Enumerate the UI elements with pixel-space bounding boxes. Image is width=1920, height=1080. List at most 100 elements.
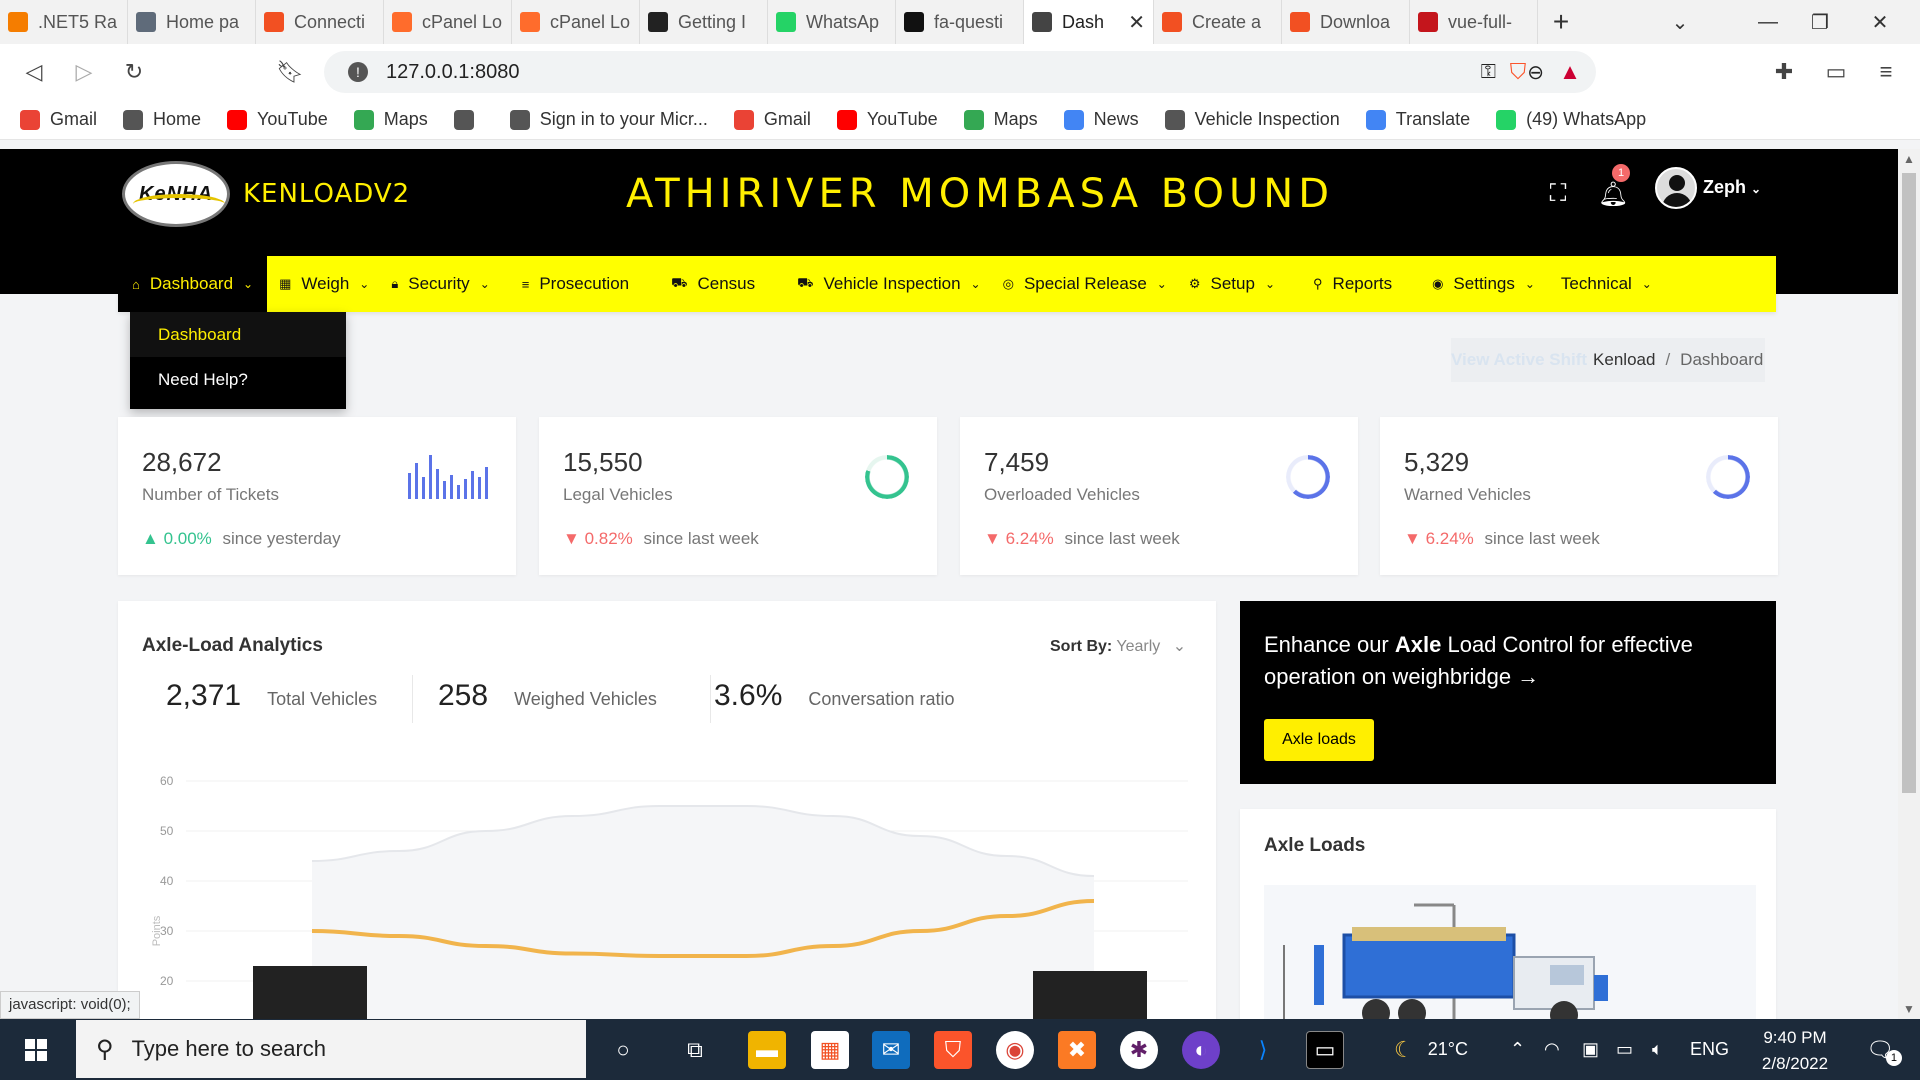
dropdown-item[interactable]: Need Help? (130, 357, 346, 402)
menu-item-prosecution[interactable]: ≡ Prosecution (512, 256, 639, 312)
brave-icon[interactable]: ⛉ (934, 1031, 972, 1069)
bookmark-item[interactable]: Maps (353, 109, 428, 130)
menu-icon[interactable]: ≡ (1862, 48, 1910, 96)
bookmark-item[interactable]: YouTube (836, 109, 938, 130)
close-window-icon[interactable]: ✕ (1850, 0, 1910, 44)
brave-shield-icon[interactable]: ⛉ (1494, 48, 1542, 96)
cortana-icon[interactable]: ○ (604, 1031, 642, 1069)
menu-item-dashboard[interactable]: ⌂ Dashboard ⌄ (118, 256, 268, 312)
battery-icon[interactable]: ▭ (1616, 1019, 1633, 1080)
fullscreen-icon[interactable]: ⛶ (1538, 174, 1578, 214)
language-indicator[interactable]: ENG (1690, 1019, 1729, 1080)
taskbar-search[interactable]: ⚲ Type here to search (76, 1020, 586, 1078)
device-icon[interactable]: ▣ (1582, 1019, 1599, 1080)
browser-tab[interactable]: Connecti (256, 0, 384, 44)
url-field[interactable]: ! 127.0.0.1:8080 ⚿ ⊖ (324, 51, 1596, 93)
kenha-logo[interactable]: KeNHA (122, 161, 230, 227)
bookmark-item[interactable]: Sign in to your Micr... (509, 109, 708, 130)
browser-tab[interactable]: Getting I (640, 0, 768, 44)
show-hidden-icons[interactable]: ⌃ (1510, 1019, 1525, 1080)
terminal-icon[interactable]: ▭ (1306, 1031, 1344, 1069)
store-icon[interactable]: ▦ (811, 1031, 849, 1069)
dropdown-item[interactable]: Dashboard (130, 312, 346, 357)
page-scrollbar[interactable]: ▲ ▼ (1898, 149, 1920, 1019)
bookmark-item[interactable]: Translate (1365, 109, 1470, 130)
user-menu[interactable]: Zeph ⌄ (1703, 177, 1761, 198)
chevron-down-icon: ⌄ (1524, 277, 1535, 291)
browser-tab[interactable]: cPanel Lo (512, 0, 640, 44)
page-title: ATHIRIVER MOMBASA BOUND (625, 171, 1335, 217)
wifi-icon[interactable]: ◠ (1544, 1019, 1560, 1080)
notification-center-icon[interactable]: 🗨︎ 1 (1866, 1019, 1902, 1080)
vscode-icon[interactable]: ⟩ (1244, 1031, 1282, 1069)
scroll-down-icon[interactable]: ▼ (1898, 999, 1920, 1019)
clock-time: 9:40 PM (1763, 1028, 1827, 1047)
browser-tab[interactable]: Dash ✕ (1024, 0, 1154, 44)
xampp-icon[interactable]: ✖ (1058, 1031, 1096, 1069)
chrome-icon[interactable]: ◉ (996, 1031, 1034, 1069)
scrollbar-thumb[interactable] (1902, 173, 1916, 793)
browser-tab[interactable]: WhatsAp (768, 0, 896, 44)
bookmark-item[interactable]: News (1063, 109, 1139, 130)
browser-tab[interactable]: Downloa (1282, 0, 1410, 44)
brave-rewards-icon[interactable]: ▲ (1546, 48, 1594, 96)
wallet-icon[interactable]: ▭ (1812, 48, 1860, 96)
extensions-icon[interactable]: ✚ (1760, 48, 1808, 96)
site-info-icon[interactable]: ! (348, 62, 368, 82)
globe-icon (123, 109, 144, 130)
menu-item-vehicle-inspection[interactable]: ⛟ Vehicle Inspection ⌄ (787, 256, 990, 312)
menu-item-setup[interactable]: ⚙ Setup ⌄ (1179, 256, 1285, 312)
github-desktop-icon[interactable]: ◐ (1182, 1031, 1220, 1069)
mail-icon[interactable]: ✉ (872, 1031, 910, 1069)
menu-item-census[interactable]: ⛟ Census (661, 256, 765, 312)
bell-icon[interactable]: 🔔︎ (1593, 174, 1633, 214)
view-active-shift-link[interactable]: View Active Shift (1451, 350, 1587, 370)
reload-icon[interactable]: ↻ (110, 48, 158, 96)
axle-loads-button[interactable]: Axle loads (1264, 719, 1374, 761)
scroll-up-icon[interactable]: ▲ (1898, 149, 1920, 169)
menu-item-special-release[interactable]: ◎ Special Release ⌄ (993, 256, 1177, 312)
bookmark-item[interactable]: Gmail (733, 109, 811, 130)
bookmark-item[interactable]: Vehicle Inspection (1164, 109, 1340, 130)
chevron-down-icon: ⌄ (970, 277, 981, 291)
slack-icon[interactable]: ✱ (1120, 1031, 1158, 1069)
bookmark-item[interactable]: Gmail (20, 109, 97, 130)
bookmark-item[interactable]: Home (123, 109, 201, 130)
bookmark-item[interactable]: YouTube (227, 109, 328, 130)
volume-icon[interactable]: 🔈︎ (1652, 1019, 1663, 1080)
browser-tab[interactable]: vue-full- (1410, 0, 1538, 44)
sort-by-dropdown[interactable]: Sort By: Yearly ⌄ (1050, 636, 1186, 656)
close-tab-icon[interactable]: ✕ (1128, 10, 1145, 35)
bookmark-item[interactable]: (49) WhatsApp (1496, 109, 1646, 130)
avatar[interactable] (1655, 167, 1697, 209)
menu-item-settings[interactable]: ◉ Settings ⌄ (1422, 256, 1545, 312)
menu-item-security[interactable]: 🔒︎ Security ⌄ (381, 256, 499, 312)
restore-icon[interactable]: ❐ (1790, 0, 1850, 44)
new-tab-icon[interactable]: + (1538, 0, 1584, 44)
metric-total-vehicles: 2,371 Total Vehicles (166, 679, 377, 713)
taskbar-clock[interactable]: 9:40 PM 2/8/2022 (1740, 1025, 1850, 1077)
bookmark-icon[interactable]: 🔖︎ (266, 48, 314, 96)
n-icon (1418, 12, 1438, 32)
menu-item-reports[interactable]: ⚲ Reports (1303, 256, 1402, 312)
browser-tab[interactable]: Create a (1154, 0, 1282, 44)
file-explorer-icon[interactable]: ▬ (748, 1031, 786, 1069)
back-icon[interactable]: ◁ (10, 48, 58, 96)
weather-widget[interactable]: ☾ 21°C (1394, 1019, 1468, 1080)
browser-tab[interactable]: fa-questi (896, 0, 1024, 44)
stat-label: Legal Vehicles (563, 485, 673, 504)
task-view-icon[interactable]: ⧉ (676, 1031, 714, 1069)
bookmark-item[interactable] (453, 109, 484, 130)
browser-tab[interactable]: cPanel Lo (384, 0, 512, 44)
menu-item-weigh[interactable]: ▦ Weigh ⌄ (269, 256, 379, 312)
weather-temp: 21°C (1427, 1039, 1468, 1059)
browser-tab[interactable]: Home pa (128, 0, 256, 44)
start-button[interactable] (0, 1019, 72, 1080)
browser-tab[interactable]: .NET5 Ra (0, 0, 128, 44)
minimize-icon[interactable]: — (1738, 0, 1798, 44)
tab-search-icon[interactable]: ⌄ (1650, 0, 1710, 44)
forward-icon[interactable]: ▷ (60, 48, 108, 96)
bookmark-item[interactable]: Maps (963, 109, 1038, 130)
menu-item-technical[interactable]: Technical ⌄ (1551, 256, 1662, 312)
breadcrumb-kenload[interactable]: Kenload (1593, 350, 1655, 370)
